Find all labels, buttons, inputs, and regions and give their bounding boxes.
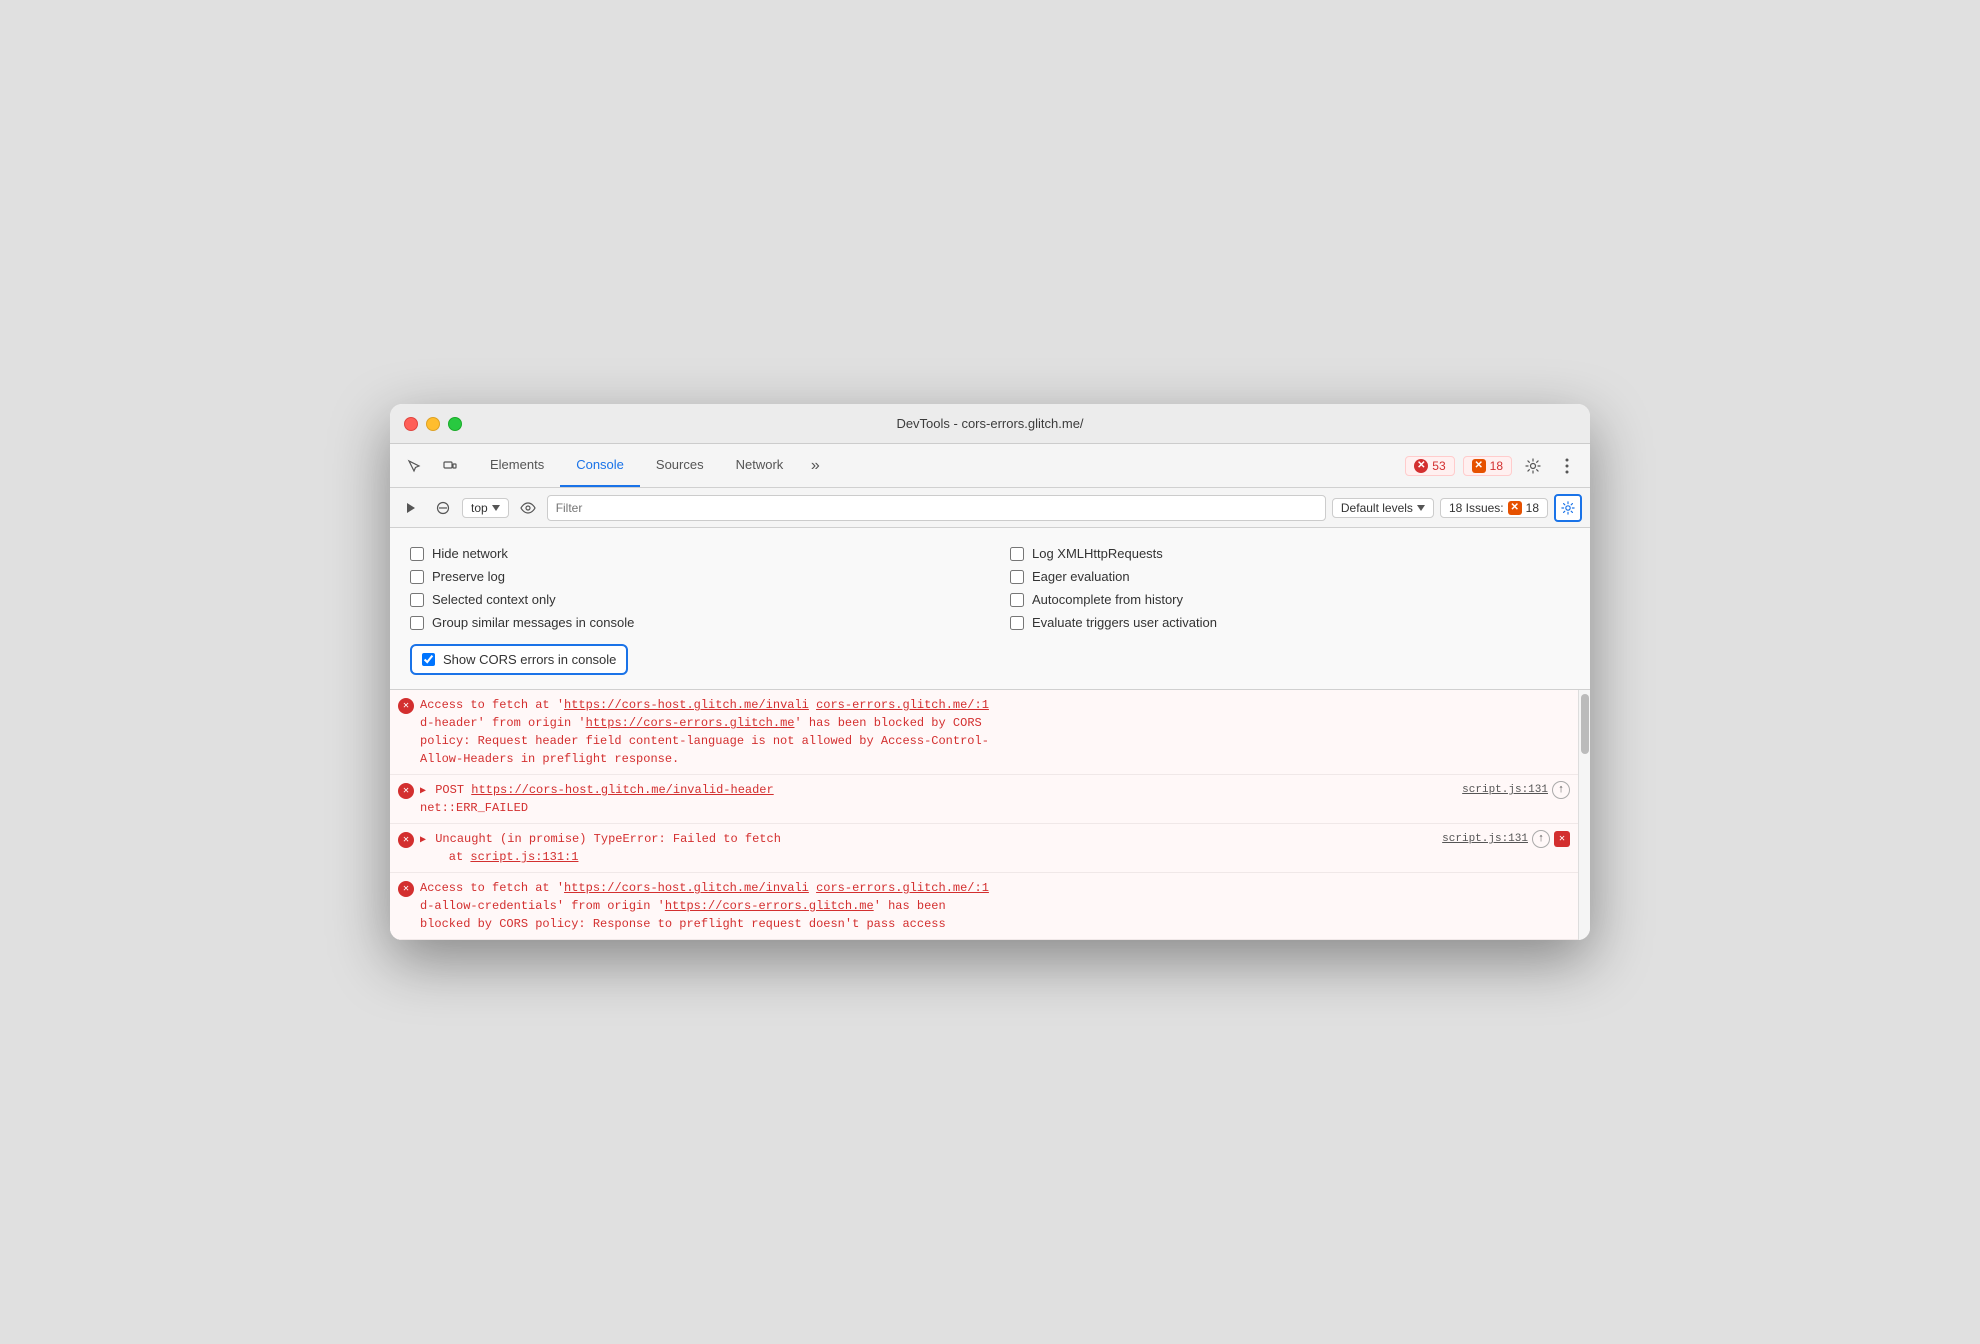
error-icon: ✕ bbox=[1414, 459, 1428, 473]
more-tabs-button[interactable]: » bbox=[799, 452, 831, 480]
devtools-window: DevTools - cors-errors.glitch.me/ Elemen… bbox=[390, 404, 1590, 940]
entry-source: script.js:131 ↑ ✕ bbox=[1442, 830, 1570, 848]
autocomplete-row: Autocomplete from history bbox=[1010, 588, 1570, 611]
entry-text: Access to fetch at 'https://cors-host.gl… bbox=[420, 879, 989, 933]
settings-button[interactable] bbox=[1518, 452, 1548, 480]
run-script-button[interactable] bbox=[398, 495, 424, 521]
levels-dropdown[interactable]: Default levels bbox=[1332, 498, 1434, 518]
entry-source: script.js:131 ↑ bbox=[1462, 781, 1570, 799]
eager-eval-label: Eager evaluation bbox=[1032, 569, 1130, 584]
dismiss-button[interactable]: ✕ bbox=[1554, 831, 1570, 847]
settings-left-col: Hide network Preserve log Selected conte… bbox=[410, 542, 970, 634]
link-cors-errors-1[interactable]: cors-errors.glitch.me/:1 bbox=[816, 698, 989, 712]
issues-badge[interactable]: 18 Issues: ✕ 18 bbox=[1440, 498, 1548, 518]
close-button[interactable] bbox=[404, 417, 418, 431]
console-entry: ✕ ▶ POST https://cors-host.glitch.me/inv… bbox=[390, 775, 1578, 824]
maximize-button[interactable] bbox=[448, 417, 462, 431]
selected-context-checkbox[interactable] bbox=[410, 593, 424, 607]
issues-icon: ✕ bbox=[1508, 501, 1522, 515]
log-xhr-label: Log XMLHttpRequests bbox=[1032, 546, 1163, 561]
console-wrapper: ✕ Access to fetch at 'https://cors-host.… bbox=[390, 690, 1590, 940]
device-toggle-button[interactable] bbox=[434, 452, 466, 480]
link-cors-host-4[interactable]: https://cors-host.glitch.me/invali bbox=[564, 881, 809, 895]
console-toolbar: top Default levels 18 Issues: ✕ 18 bbox=[390, 488, 1590, 528]
more-options-button[interactable] bbox=[1552, 452, 1582, 480]
tab-console[interactable]: Console bbox=[560, 444, 640, 487]
preserve-log-row: Preserve log bbox=[410, 565, 970, 588]
eval-triggers-checkbox[interactable] bbox=[1010, 616, 1024, 630]
error-icon: ✕ bbox=[398, 698, 414, 714]
hide-network-row: Hide network bbox=[410, 542, 970, 565]
eval-triggers-label: Evaluate triggers user activation bbox=[1032, 615, 1217, 630]
warning-icon: ✕ bbox=[1472, 459, 1486, 473]
link-cors-host-1[interactable]: https://cors-host.glitch.me/invali bbox=[564, 698, 809, 712]
eye-button[interactable] bbox=[515, 495, 541, 521]
title-bar: DevTools - cors-errors.glitch.me/ bbox=[390, 404, 1590, 444]
link-origin-4[interactable]: https://cors-errors.glitch.me bbox=[665, 899, 874, 913]
source-link[interactable]: script.js:131 bbox=[1462, 782, 1548, 799]
minimize-button[interactable] bbox=[426, 417, 440, 431]
console-entry: ✕ Access to fetch at 'https://cors-host.… bbox=[390, 873, 1578, 940]
settings-grid: Hide network Preserve log Selected conte… bbox=[410, 542, 1570, 634]
error-icon: ✕ bbox=[398, 832, 414, 848]
eager-eval-row: Eager evaluation bbox=[1010, 565, 1570, 588]
hide-network-checkbox[interactable] bbox=[410, 547, 424, 561]
group-similar-checkbox[interactable] bbox=[410, 616, 424, 630]
clear-console-button[interactable] bbox=[430, 495, 456, 521]
entry-text: ▶ POST https://cors-host.glitch.me/inval… bbox=[420, 781, 1462, 817]
context-selector[interactable]: top bbox=[462, 498, 509, 518]
group-similar-row: Group similar messages in console bbox=[410, 611, 970, 634]
console-entry: ✕ Access to fetch at 'https://cors-host.… bbox=[390, 690, 1578, 775]
cors-checkbox[interactable] bbox=[422, 653, 435, 666]
console-output: ✕ Access to fetch at 'https://cors-host.… bbox=[390, 690, 1578, 940]
hide-network-label: Hide network bbox=[432, 546, 508, 561]
link-cors-errors-4[interactable]: cors-errors.glitch.me/:1 bbox=[816, 881, 989, 895]
cors-row: Show CORS errors in console bbox=[410, 644, 628, 675]
tab-network[interactable]: Network bbox=[720, 444, 800, 487]
preserve-log-checkbox[interactable] bbox=[410, 570, 424, 584]
eager-eval-checkbox[interactable] bbox=[1010, 570, 1024, 584]
tab-elements[interactable]: Elements bbox=[474, 444, 560, 487]
upload-icon-button-2[interactable]: ↑ bbox=[1532, 830, 1550, 848]
autocomplete-label: Autocomplete from history bbox=[1032, 592, 1183, 607]
group-similar-label: Group similar messages in console bbox=[432, 615, 634, 630]
error-icon: ✕ bbox=[398, 783, 414, 799]
main-toolbar: Elements Console Sources Network » ✕ 53 … bbox=[390, 444, 1590, 488]
tab-sources[interactable]: Sources bbox=[640, 444, 720, 487]
window-title: DevTools - cors-errors.glitch.me/ bbox=[896, 416, 1083, 431]
selected-context-label: Selected context only bbox=[432, 592, 556, 607]
filter-input[interactable] bbox=[547, 495, 1326, 521]
log-xhr-checkbox[interactable] bbox=[1010, 547, 1024, 561]
settings-panel: Hide network Preserve log Selected conte… bbox=[390, 528, 1590, 690]
source-link-2[interactable]: script.js:131 bbox=[1442, 831, 1528, 848]
preserve-log-label: Preserve log bbox=[432, 569, 505, 584]
cors-label: Show CORS errors in console bbox=[443, 652, 616, 667]
entry-text: ▶ Uncaught (in promise) TypeError: Faile… bbox=[420, 830, 1442, 866]
console-settings-button[interactable] bbox=[1554, 494, 1582, 522]
link-script[interactable]: script.js:131:1 bbox=[470, 850, 578, 864]
link-post[interactable]: https://cors-host.glitch.me/invalid-head… bbox=[471, 783, 773, 797]
eval-triggers-row: Evaluate triggers user activation bbox=[1010, 611, 1570, 634]
log-xhr-row: Log XMLHttpRequests bbox=[1010, 542, 1570, 565]
warning-count-badge[interactable]: ✕ 18 bbox=[1463, 456, 1512, 476]
selected-context-row: Selected context only bbox=[410, 588, 970, 611]
tab-group: Elements Console Sources Network » bbox=[474, 444, 831, 487]
entry-text: Access to fetch at 'https://cors-host.gl… bbox=[420, 696, 989, 768]
autocomplete-checkbox[interactable] bbox=[1010, 593, 1024, 607]
vertical-scrollbar[interactable] bbox=[1578, 690, 1590, 940]
cursor-icon-button[interactable] bbox=[398, 452, 430, 480]
link-origin-1[interactable]: https://cors-errors.glitch.me bbox=[586, 716, 795, 730]
console-entry: ✕ ▶ Uncaught (in promise) TypeError: Fai… bbox=[390, 824, 1578, 873]
error-count-badge[interactable]: ✕ 53 bbox=[1405, 456, 1454, 476]
settings-right-col: Log XMLHttpRequests Eager evaluation Aut… bbox=[1010, 542, 1570, 634]
upload-icon-button[interactable]: ↑ bbox=[1552, 781, 1570, 799]
traffic-lights bbox=[404, 417, 462, 431]
scroll-thumb[interactable] bbox=[1581, 694, 1589, 754]
error-icon: ✕ bbox=[398, 881, 414, 897]
